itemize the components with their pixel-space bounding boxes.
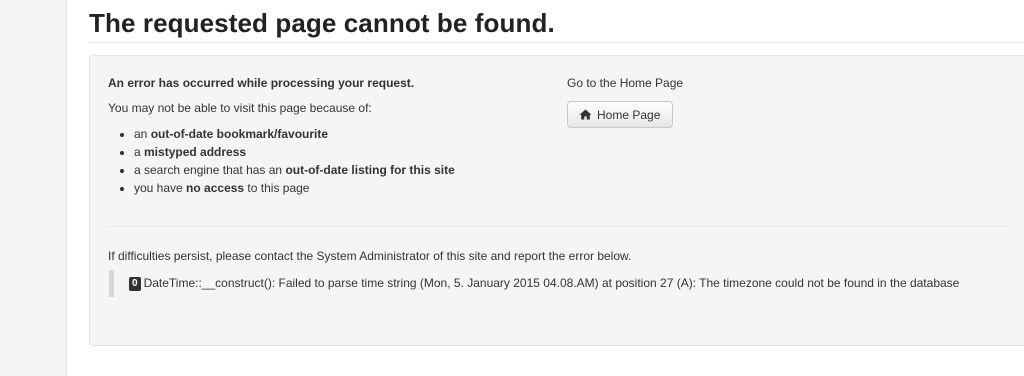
error-intro: You may not be able to visit this page b… xyxy=(108,101,372,115)
list-item: a mistyped address xyxy=(134,143,548,161)
contact-admin-text: If difficulties persist, please contact … xyxy=(108,249,632,263)
home-page-button-label: Home Page xyxy=(597,107,661,122)
home-label: Go to the Home Page xyxy=(567,76,684,90)
home-page-button[interactable]: Home Page xyxy=(567,101,674,128)
error-message: 0 DateTime::__construct(): Failed to pars… xyxy=(109,270,989,297)
page-title: The requested page cannot be found. xyxy=(89,8,555,38)
error-message-text: DateTime::__construct(): Failed to parse… xyxy=(143,276,960,290)
reason-list: an out-of-date bookmark/favourite a mist… xyxy=(108,125,548,197)
list-item: you have no access to this page xyxy=(134,179,548,197)
section-divider xyxy=(108,226,1010,227)
home-icon xyxy=(579,109,592,120)
error-panel: An error has occurred while processing y… xyxy=(89,55,1024,346)
error-details: An error has occurred while processing y… xyxy=(108,76,548,197)
list-item: an out-of-date bookmark/favourite xyxy=(134,125,548,143)
home-section: Go to the Home Page Home Page xyxy=(567,76,867,128)
list-item: a search engine that has an out-of-date … xyxy=(134,161,548,179)
error-code-badge: 0 xyxy=(129,277,141,291)
page-content: The requested page cannot be found. An e… xyxy=(66,0,1024,376)
error-heading: An error has occurred while processing y… xyxy=(108,76,415,90)
title-divider xyxy=(89,42,1024,43)
